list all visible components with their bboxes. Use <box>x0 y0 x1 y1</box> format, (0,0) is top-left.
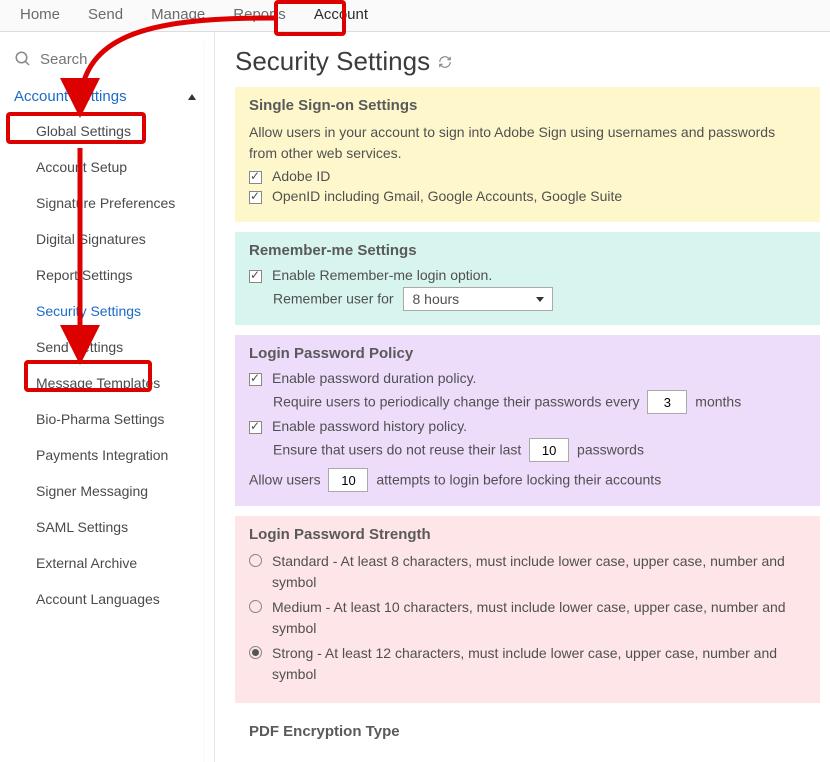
sidebar-item-account-languages[interactable]: Account Languages <box>0 581 214 617</box>
sidebar-item-saml-settings[interactable]: SAML Settings <box>0 509 214 545</box>
main-content: Security Settings Single Sign-on Setting… <box>215 32 830 762</box>
sidebar-item-signer-messaging[interactable]: Signer Messaging <box>0 473 214 509</box>
remember-duration-select[interactable]: 8 hours <box>403 287 553 311</box>
nav-manage[interactable]: Manage <box>151 6 205 23</box>
content-wrap: Account Settings Global SettingsAccount … <box>0 32 830 762</box>
sidebar-group-account-settings[interactable]: Account Settings <box>0 80 214 113</box>
sidebar-item-global-settings[interactable]: Global Settings <box>0 113 214 149</box>
sidebar-group-label: Account Settings <box>14 88 127 105</box>
strength-standard-radio[interactable] <box>249 554 262 567</box>
policy-duration-input[interactable] <box>647 390 687 414</box>
remember-duration-value: 8 hours <box>412 289 459 310</box>
policy-duration-checkbox[interactable] <box>249 373 262 386</box>
policy-attempts-pre: Allow users <box>249 472 321 488</box>
strength-strong-radio[interactable] <box>249 646 262 659</box>
nav-send[interactable]: Send <box>88 6 123 23</box>
sso-panel: Single Sign-on Settings Allow users in y… <box>235 87 820 222</box>
policy-history-label: Enable password history policy. <box>272 418 467 434</box>
policy-duration-label: Enable password duration policy. <box>272 370 476 386</box>
sso-openid-label: OpenID including Gmail, Google Accounts,… <box>272 188 622 204</box>
sidebar-list: Global SettingsAccount SetupSignature Pr… <box>0 113 214 617</box>
nav-reports[interactable]: Reports <box>233 6 286 23</box>
sso-desc: Allow users in your account to sign into… <box>249 122 806 164</box>
pdf-panel: PDF Encryption Type <box>235 713 820 752</box>
search-input[interactable] <box>40 51 160 68</box>
remember-heading: Remember-me Settings <box>249 242 806 259</box>
policy-panel: Login Password Policy Enable password du… <box>235 335 820 506</box>
remember-enable-label: Enable Remember-me login option. <box>272 267 492 283</box>
policy-history-checkbox[interactable] <box>249 421 262 434</box>
policy-attempts-input[interactable] <box>328 468 368 492</box>
pdf-heading: PDF Encryption Type <box>249 723 806 740</box>
caret-down-icon <box>536 297 544 302</box>
policy-duration-suf: months <box>695 394 741 410</box>
sidebar-item-security-settings[interactable]: Security Settings <box>0 293 214 329</box>
top-nav: Home Send Manage Reports Account <box>0 0 830 32</box>
sso-openid-checkbox[interactable] <box>249 191 262 204</box>
sidebar-item-payments-integration[interactable]: Payments Integration <box>0 437 214 473</box>
sidebar-item-bio-pharma-settings[interactable]: Bio-Pharma Settings <box>0 401 214 437</box>
sso-heading: Single Sign-on Settings <box>249 97 806 114</box>
page-title: Security Settings <box>235 46 820 77</box>
remember-enable-checkbox[interactable] <box>249 270 262 283</box>
strength-medium-radio[interactable] <box>249 600 262 613</box>
policy-history-pre: Ensure that users do not reuse their las… <box>273 442 521 458</box>
strength-heading: Login Password Strength <box>249 526 806 543</box>
policy-heading: Login Password Policy <box>249 345 806 362</box>
search-icon <box>14 50 32 68</box>
sidebar-item-message-templates[interactable]: Message Templates <box>0 365 214 401</box>
remember-duration-row: Remember user for 8 hours <box>273 287 806 311</box>
nav-home[interactable]: Home <box>20 6 60 23</box>
sidebar-item-report-settings[interactable]: Report Settings <box>0 257 214 293</box>
policy-history-input[interactable] <box>529 438 569 462</box>
strength-medium-label: Medium - At least 10 characters, must in… <box>272 597 806 639</box>
page-title-text: Security Settings <box>235 46 430 77</box>
strength-strong-label: Strong - At least 12 characters, must in… <box>272 643 806 685</box>
sidebar-item-account-setup[interactable]: Account Setup <box>0 149 214 185</box>
chevron-up-icon <box>188 94 196 100</box>
remember-prefix: Remember user for <box>273 291 394 307</box>
sso-adobe-id-label: Adobe ID <box>272 168 330 184</box>
refresh-icon[interactable] <box>438 55 452 69</box>
sidebar: Account Settings Global SettingsAccount … <box>0 32 215 762</box>
sidebar-item-external-archive[interactable]: External Archive <box>0 545 214 581</box>
remember-panel: Remember-me Settings Enable Remember-me … <box>235 232 820 325</box>
policy-duration-pre: Require users to periodically change the… <box>273 394 640 410</box>
policy-attempts-suf: attempts to login before locking their a… <box>376 472 661 488</box>
sidebar-item-digital-signatures[interactable]: Digital Signatures <box>0 221 214 257</box>
strength-panel: Login Password Strength Standard - At le… <box>235 516 820 703</box>
strength-standard-label: Standard - At least 8 characters, must i… <box>272 551 806 593</box>
sidebar-item-send-settings[interactable]: Send Settings <box>0 329 214 365</box>
sidebar-item-signature-preferences[interactable]: Signature Preferences <box>0 185 214 221</box>
sso-adobe-id-checkbox[interactable] <box>249 171 262 184</box>
nav-account[interactable]: Account <box>314 6 368 23</box>
policy-history-suf: passwords <box>577 442 644 458</box>
